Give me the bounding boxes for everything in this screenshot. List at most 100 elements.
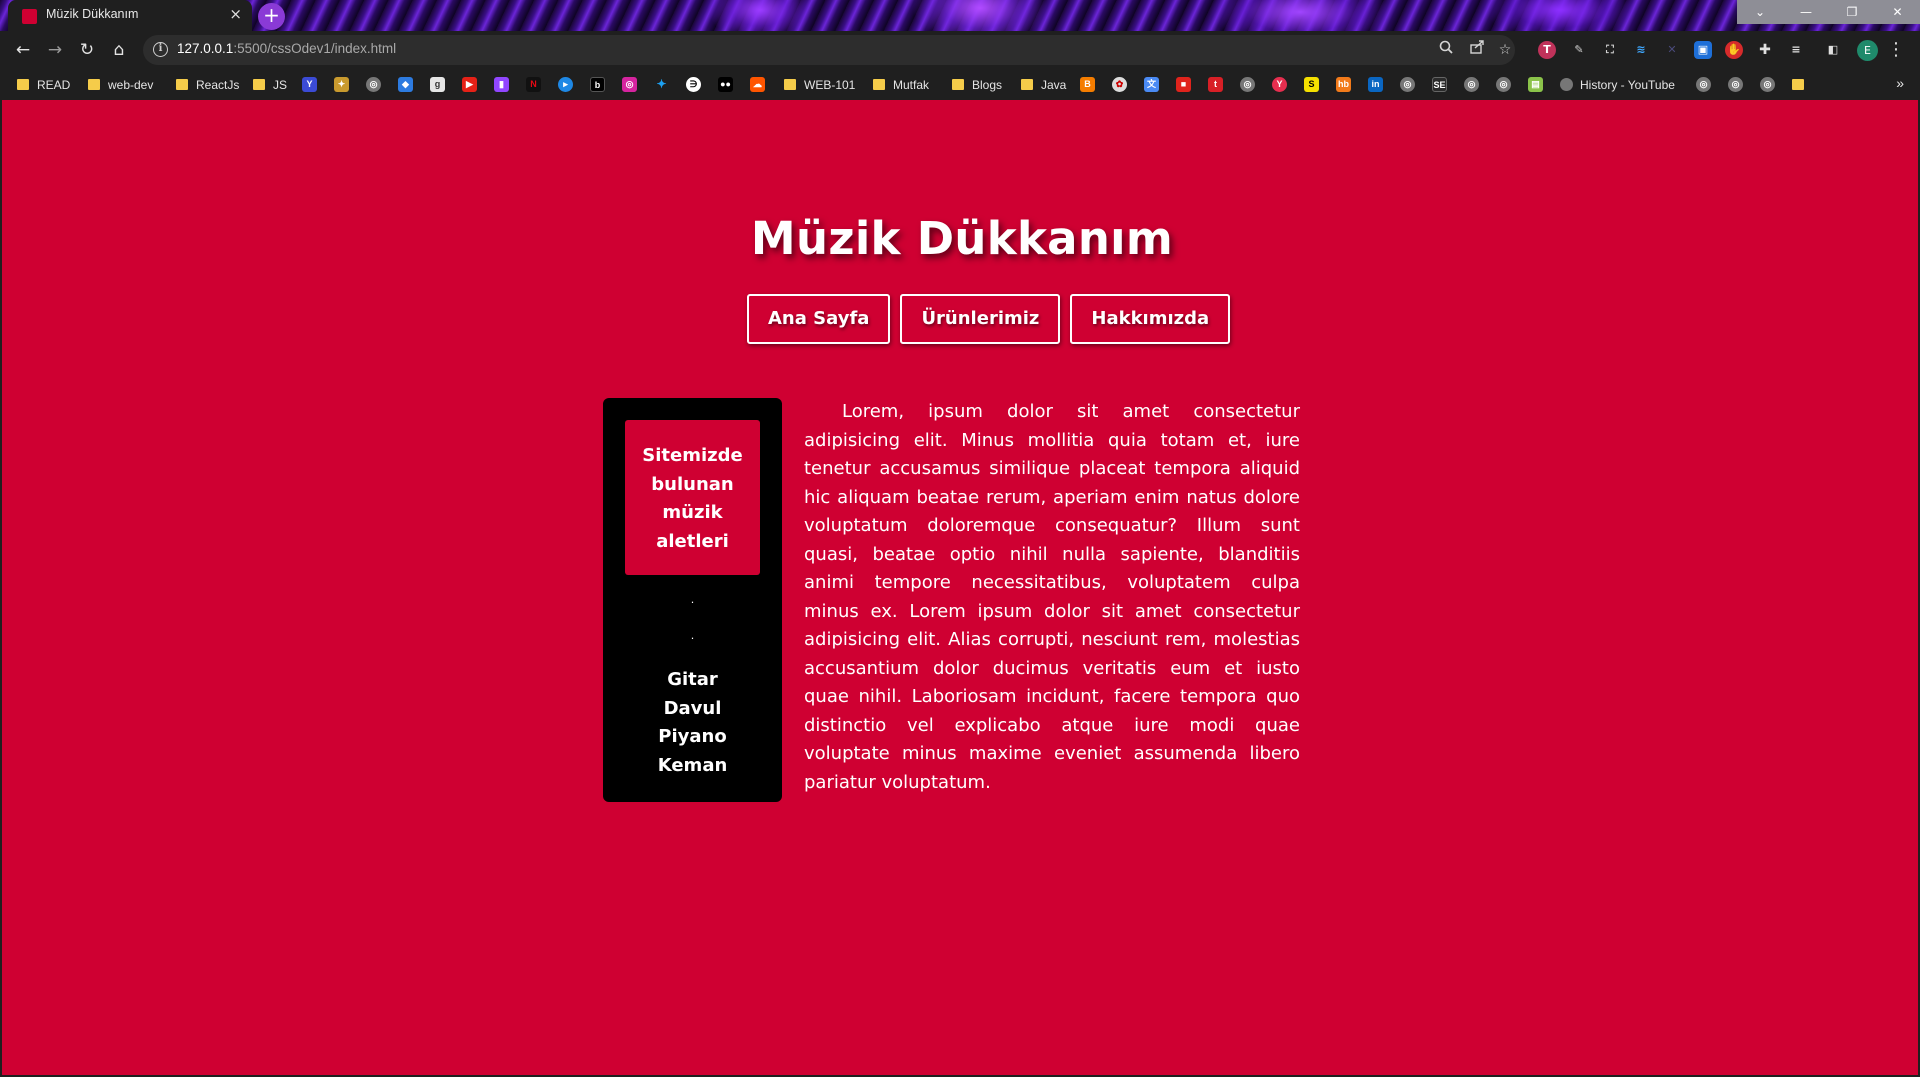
bookmark-folder[interactable] xyxy=(1792,76,1812,94)
reading-list-icon[interactable]: ≡ xyxy=(1787,41,1805,59)
youtube-icon[interactable]: ▶ xyxy=(462,77,477,92)
folder-icon xyxy=(784,79,796,90)
extensions-puzzle-icon[interactable]: ✚ xyxy=(1756,41,1774,59)
browser-menu-icon[interactable]: ⋮ xyxy=(1887,39,1905,61)
list-item: Piyano xyxy=(658,726,727,747)
list-item: Gitar xyxy=(667,669,718,690)
bookmark-favicon-icon[interactable]: SE xyxy=(1432,77,1447,92)
page-viewport: Müzik Dükkanım Ana Sayfa Ürünlerimiz Hak… xyxy=(0,100,1920,1077)
list-item: Keman xyxy=(657,754,728,776)
new-tab-button[interactable]: + xyxy=(258,3,285,30)
globe-icon[interactable]: ◎ xyxy=(1760,77,1775,92)
folder-icon xyxy=(1021,79,1033,90)
home-icon[interactable]: ⌂ xyxy=(108,39,130,61)
folder-icon xyxy=(1792,79,1804,90)
bookmark-favicon-icon[interactable]: ∋ xyxy=(686,77,701,92)
tab-close-icon[interactable]: × xyxy=(229,5,242,23)
tab-title: Müzik Dükkanım xyxy=(46,7,139,21)
linkedin-icon[interactable]: in xyxy=(1368,77,1383,92)
folder-icon xyxy=(952,79,964,90)
blogger-icon[interactable]: B xyxy=(1080,77,1095,92)
reload-icon[interactable]: ↻ xyxy=(76,39,98,61)
browser-tab[interactable]: Müzik Dükkanım × xyxy=(8,0,252,31)
globe-icon[interactable]: ◎ xyxy=(1728,77,1743,92)
tab-search-button[interactable]: ⌄ xyxy=(1737,0,1783,24)
bookmark-favicon-icon[interactable]: hb xyxy=(1336,77,1351,92)
translate-icon[interactable]: 文 xyxy=(1144,77,1159,92)
globe-icon[interactable]: ◎ xyxy=(1240,77,1255,92)
bookmark-folder-mutfak[interactable]: Mutfak xyxy=(873,76,929,94)
medium-icon[interactable]: ●● xyxy=(718,77,733,92)
bookmark-favicon-icon[interactable]: g xyxy=(430,77,445,92)
profile-avatar[interactable]: E xyxy=(1857,40,1878,61)
instagram-icon[interactable]: ◎ xyxy=(622,77,637,92)
extension-icon[interactable]: T xyxy=(1538,41,1556,59)
globe-icon[interactable]: ◎ xyxy=(1696,77,1711,92)
bookmark-favicon-icon[interactable]: ✿ xyxy=(1112,77,1127,92)
forward-arrow-icon[interactable]: → xyxy=(44,39,66,61)
page-title: Müzik Dükkanım xyxy=(750,212,1174,265)
site-info-icon[interactable]: i xyxy=(153,42,168,57)
browser-toolbar: ← → ↻ ⌂ i 127.0.0.1:5500/cssOdev1/index.… xyxy=(0,31,1920,69)
extension-icon[interactable]: ✕ xyxy=(1663,41,1681,59)
twitch-icon[interactable]: ▮ xyxy=(494,77,509,92)
globe-icon[interactable]: ◎ xyxy=(1496,77,1511,92)
folder-icon xyxy=(873,79,885,90)
bookmark-favicon-icon[interactable]: ■ xyxy=(1176,77,1191,92)
sidebar: Sitemizde bulunan müzik aletleri . . Git… xyxy=(603,398,782,802)
bookmark-favicon-icon[interactable]: ◎ xyxy=(366,77,381,92)
folder-icon xyxy=(253,79,265,90)
sidebar-dot: . xyxy=(690,593,695,606)
extension-icon[interactable]: ≋ xyxy=(1632,41,1650,59)
main-nav: Ana Sayfa Ürünlerimiz Hakkımızda xyxy=(747,294,1231,344)
sidebar-heading: Sitemizde bulunan müzik aletleri xyxy=(625,420,760,575)
screenshot-extension-icon[interactable]: ⛶ xyxy=(1601,41,1619,59)
bookmark-folder-blogs[interactable]: Blogs xyxy=(952,76,1002,94)
globe-icon[interactable]: ◎ xyxy=(1400,77,1415,92)
list-item: Davul xyxy=(663,697,722,719)
bookmark-favicon-icon[interactable]: t xyxy=(1208,77,1223,92)
bookmark-favicon-icon[interactable]: S xyxy=(1304,77,1319,92)
nav-link-ana-sayfa[interactable]: Ana Sayfa xyxy=(747,294,891,344)
twitter-icon[interactable]: ✦ xyxy=(654,77,669,92)
pen-extension-icon[interactable]: ✎ xyxy=(1570,41,1588,59)
zoom-icon[interactable] xyxy=(1436,40,1456,60)
bookmark-favicon-icon[interactable]: ▸ xyxy=(558,77,573,92)
nav-link-hakkimizda[interactable]: Hakkımızda xyxy=(1070,294,1231,344)
bookmark-favicon-icon[interactable]: ▤ xyxy=(1528,77,1543,92)
bookmark-folder-js[interactable]: JS xyxy=(253,76,287,94)
bookmark-folder-reactjs[interactable]: ReactJs xyxy=(176,76,239,94)
bookmark-folder-web-dev[interactable]: web-dev xyxy=(88,76,153,94)
share-icon[interactable] xyxy=(1467,40,1487,60)
globe-icon xyxy=(1560,78,1573,91)
bookmark-history-youtube[interactable]: History - YouTube xyxy=(1560,76,1675,94)
adblock-extension-icon[interactable]: ✋ xyxy=(1725,41,1743,59)
bookmark-folder-web-101[interactable]: WEB-101 xyxy=(784,76,855,94)
back-arrow-icon[interactable]: ← xyxy=(12,39,34,61)
bookmark-favicon-icon[interactable]: ✦ xyxy=(334,77,349,92)
minimize-button[interactable]: — xyxy=(1783,0,1829,24)
bookmark-favicon-icon[interactable]: Y xyxy=(1272,77,1287,92)
url-text[interactable]: 127.0.0.1:5500/cssOdev1/index.html xyxy=(177,41,396,56)
folder-icon xyxy=(176,79,188,90)
nav-link-urunlerimiz[interactable]: Ürünlerimiz xyxy=(900,294,1061,344)
globe-icon[interactable]: ◎ xyxy=(1464,77,1479,92)
bookmarks-bar: READ web-dev ReactJs JS Y ✦ ◎ ◆ g ▶ ▮ N … xyxy=(0,69,1920,100)
restore-button[interactable]: ❐ xyxy=(1829,0,1875,24)
bookmark-favicon-icon[interactable]: ◆ xyxy=(398,77,413,92)
soundcloud-icon[interactable]: ☁ xyxy=(750,77,765,92)
folder-icon xyxy=(88,79,100,90)
close-window-button[interactable]: ✕ xyxy=(1875,0,1920,24)
article-text: Lorem, ipsum dolor sit amet consectetur … xyxy=(804,401,1300,793)
bookmark-favicon-icon[interactable]: b xyxy=(590,77,605,92)
bookmark-folder-java[interactable]: Java xyxy=(1021,76,1066,94)
netflix-icon[interactable]: N xyxy=(526,77,541,92)
bookmark-favicon-icon[interactable]: Y xyxy=(302,77,317,92)
bookmark-folder-read[interactable]: READ xyxy=(17,76,70,94)
folder-icon xyxy=(17,79,29,90)
side-panel-icon[interactable]: ◧ xyxy=(1824,41,1842,59)
bookmarks-overflow-button[interactable]: » xyxy=(1896,75,1904,91)
address-bar[interactable]: i 127.0.0.1:5500/cssOdev1/index.html ☆ xyxy=(143,35,1515,65)
star-icon[interactable]: ☆ xyxy=(1495,40,1515,60)
capture-extension-icon[interactable]: ▣ xyxy=(1694,41,1712,59)
